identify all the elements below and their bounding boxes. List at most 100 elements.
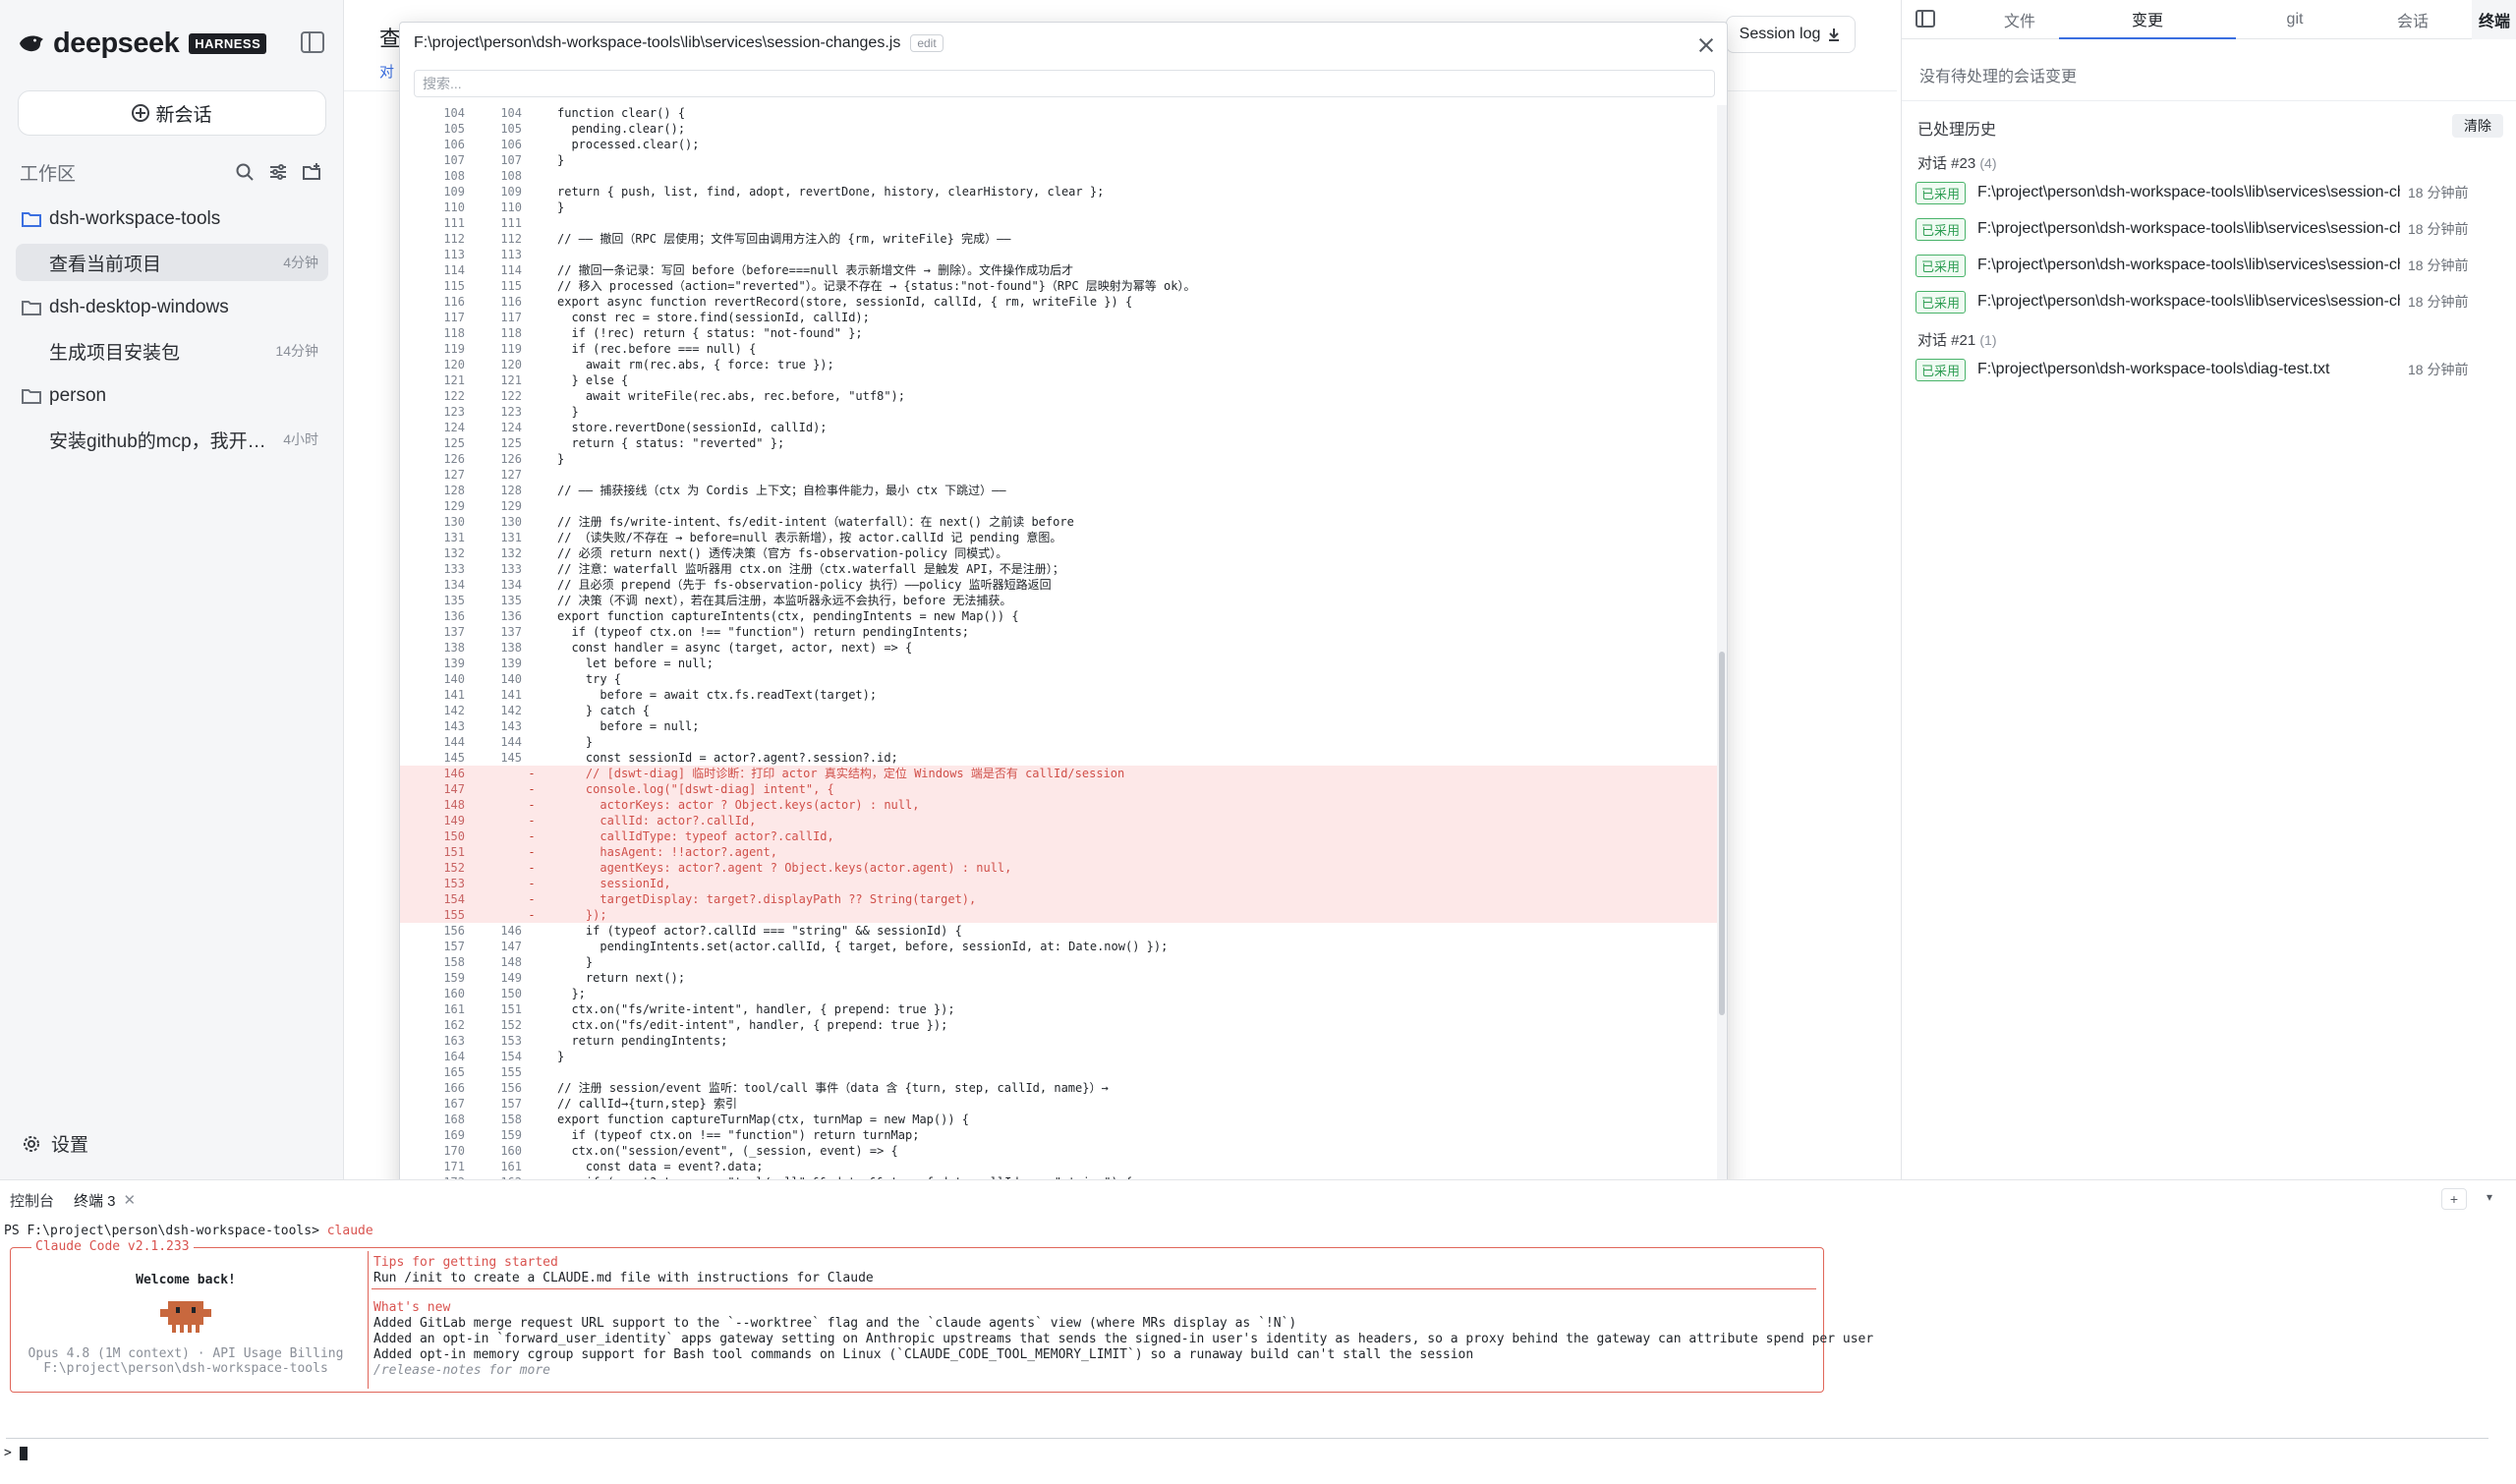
diff-old-line-number: 149 xyxy=(443,814,465,828)
search-input[interactable] xyxy=(414,70,1715,97)
project-item[interactable]: person xyxy=(22,380,106,412)
diff-viewer-modal: F:\project\person\dsh-workspace-tools\li… xyxy=(399,22,1728,1236)
history-item[interactable]: 已采用 F:\project\person\dsh-workspace-tool… xyxy=(1916,216,2505,242)
diff-old-line-number: 139 xyxy=(443,656,465,670)
diff-new-line-number: 145 xyxy=(500,751,522,765)
diff-new-line-number: 126 xyxy=(500,452,522,466)
diff-new-line-number: 138 xyxy=(500,641,522,655)
panel-toggle-icon[interactable] xyxy=(1916,10,1935,28)
tab-files[interactable]: 文件 xyxy=(1971,0,2069,39)
diff-marker xyxy=(522,561,542,577)
diff-new-line-number: 158 xyxy=(500,1113,522,1126)
diff-marker xyxy=(522,970,542,986)
welcome-column: Welcome back! Opus 4.8 (1M context) · AP… xyxy=(14,1259,358,1376)
modal-file-path: F:\project\person\dsh-workspace-tools\li… xyxy=(414,34,901,51)
diff-new-line-number: 147 xyxy=(500,940,522,953)
search-icon[interactable] xyxy=(230,157,259,187)
diff-line: 139 139 let before = null; xyxy=(400,656,1717,671)
diff-marker xyxy=(522,278,542,294)
new-chat-button[interactable]: 新会话 xyxy=(18,90,326,136)
clear-history-button[interactable]: 清除 xyxy=(2452,114,2503,138)
diff-marker xyxy=(522,152,542,168)
diff-new-line-number xyxy=(465,781,522,797)
session-log-button[interactable]: Session log xyxy=(1726,16,1856,53)
diff-new-line-number: 133 xyxy=(500,562,522,576)
page-subtab[interactable]: 对 xyxy=(379,61,394,82)
tab-terminal[interactable]: 终端 xyxy=(2472,0,2516,39)
history-item[interactable]: 已采用 F:\project\person\dsh-workspace-tool… xyxy=(1916,357,2505,382)
diff-old-line-number: 170 xyxy=(443,1144,465,1158)
diff-old-line-number: 147 xyxy=(443,782,465,796)
tips-text: Run /init to create a CLAUDE.md file wit… xyxy=(373,1271,874,1285)
diff-old-line-number: 163 xyxy=(443,1034,465,1048)
conversation-title: 对话 #23 (4) xyxy=(1917,152,1997,173)
conversation-title-text: 对话 #21 xyxy=(1917,332,1976,349)
terminal-input[interactable]: > xyxy=(4,1446,28,1460)
diff-line: 122 122 await writeFile(rec.abs, rec.befo… xyxy=(400,388,1717,404)
diff-marker: - xyxy=(528,845,536,859)
diff-marker: - xyxy=(528,782,536,796)
diff-new-line-number: 108 xyxy=(500,169,522,183)
diff-line-text: } else { xyxy=(557,373,629,387)
diff-line-text: store.revertDone(sessionId, callId); xyxy=(557,421,828,434)
project-item[interactable]: dsh-desktop-windows xyxy=(22,292,229,323)
diff-line: 107 107 } xyxy=(400,152,1717,168)
diff-line-text: const data = event?.data; xyxy=(557,1160,764,1173)
project-item[interactable]: dsh-workspace-tools xyxy=(22,203,220,235)
filter-icon[interactable] xyxy=(263,157,293,187)
diff-old-line-number: 155 xyxy=(443,908,465,922)
settings-label: 设置 xyxy=(51,1135,89,1156)
diff-line-text: targetDisplay: target?.displayPath ?? St… xyxy=(557,892,977,906)
diff-line: 127 127 xyxy=(400,467,1717,483)
diff-line: 110 110 } xyxy=(400,200,1717,215)
close-icon[interactable] xyxy=(1693,32,1719,58)
diff-new-line-number: 144 xyxy=(500,735,522,749)
tab-terminal-3[interactable]: 终端 3 ✕ xyxy=(74,1190,136,1211)
diff-old-line-number: 130 xyxy=(443,515,465,529)
diff-old-line-number: 124 xyxy=(443,421,465,434)
sidebar: deepseek HARNESS 新会话 工作区 dsh-workspace-t… xyxy=(0,0,344,1179)
scrollbar-thumb[interactable] xyxy=(1719,652,1725,1015)
tab-console[interactable]: 控制台 xyxy=(10,1190,54,1211)
history-item[interactable]: 已采用 F:\project\person\dsh-workspace-tool… xyxy=(1916,180,2505,205)
file-path: F:\project\person\dsh-workspace-tools\di… xyxy=(1977,361,2330,377)
diff-line: 115 115 // 移入 processed（action="reverted"… xyxy=(400,278,1717,294)
diff-marker xyxy=(522,294,542,310)
session-item[interactable]: 生成项目安装包 14分钟 xyxy=(16,332,328,370)
diff-line: 130 130 // 注册 fs/write-intent、fs/edit-int… xyxy=(400,514,1717,530)
project-name: person xyxy=(49,385,107,406)
diff-new-line-number xyxy=(465,876,522,891)
history-item[interactable]: 已采用 F:\project\person\dsh-workspace-tool… xyxy=(1916,253,2505,278)
diff-line-removed: 152 - agentKeys: actor?.agent ? Object.ke… xyxy=(400,860,1717,876)
diff-old-line-number: 109 xyxy=(443,185,465,199)
history-item[interactable]: 已采用 F:\project\person\dsh-workspace-tool… xyxy=(1916,289,2505,314)
tab-git[interactable]: git xyxy=(2236,0,2354,39)
sidebar-collapse-icon[interactable] xyxy=(301,31,324,53)
divider xyxy=(1902,100,2516,101)
diff-new-line-number: 120 xyxy=(500,358,522,371)
diff-line: 113 113 xyxy=(400,247,1717,262)
diff-old-line-number: 169 xyxy=(443,1128,465,1142)
diff-line: 160 150 }; xyxy=(400,986,1717,1001)
settings-button[interactable]: 设置 xyxy=(22,1130,88,1157)
tab-sessions[interactable]: 会话 xyxy=(2354,0,2472,39)
diff-old-line-number: 150 xyxy=(443,829,465,843)
diff-marker xyxy=(522,1159,542,1174)
diff-old-line-number: 171 xyxy=(443,1160,465,1173)
whats-new-item: Added opt-in memory cgroup support for B… xyxy=(373,1347,1474,1362)
diff-line: 156 146 if (typeof actor?.callId === "str… xyxy=(400,923,1717,939)
tab-changes[interactable]: 变更 xyxy=(2059,0,2236,39)
diff-line-text xyxy=(542,498,557,514)
right-panel-tabs: 文件 变更 git 会话 终端 xyxy=(1902,0,2516,39)
new-terminal-button[interactable]: + xyxy=(2441,1188,2467,1210)
input-prompt: > xyxy=(4,1446,12,1460)
session-item[interactable]: 查看当前项目 4分钟 xyxy=(16,244,328,281)
diff-line: 145 145 const sessionId = actor?.agent?.s… xyxy=(400,750,1717,766)
close-tab-icon[interactable]: ✕ xyxy=(124,1191,137,1209)
diff-line-text: actorKeys: actor ? Object.keys(actor) : … xyxy=(557,798,920,812)
diff-old-line-number: 107 xyxy=(443,153,465,167)
session-item[interactable]: 安装github的mcp，我开启... 4小时 xyxy=(16,421,328,458)
add-folder-icon[interactable] xyxy=(297,157,326,187)
chevron-down-icon[interactable]: ▾ xyxy=(2487,1190,2492,1204)
diff-marker xyxy=(522,231,542,247)
